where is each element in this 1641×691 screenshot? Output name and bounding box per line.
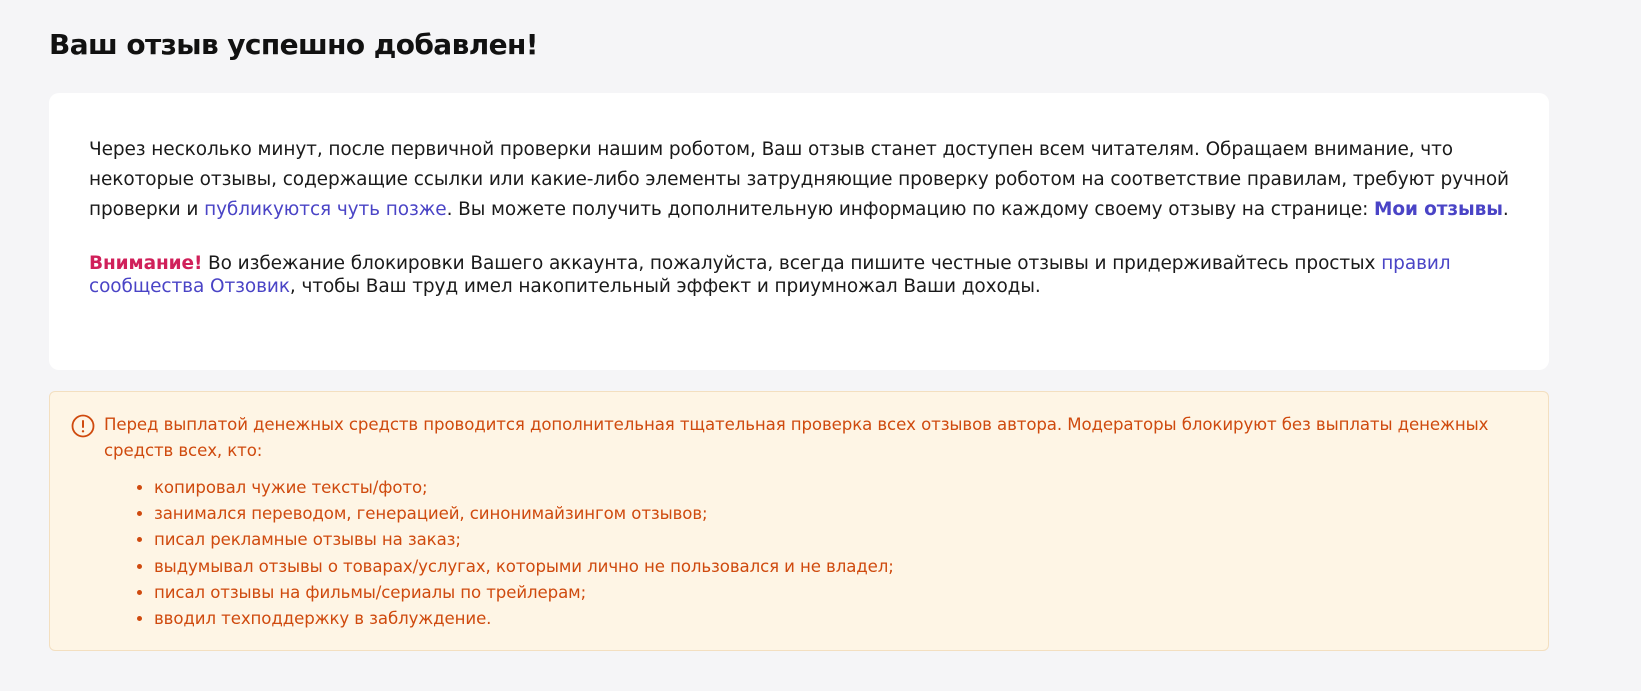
list-item: писал рекламные отзывы на заказ; — [154, 527, 894, 553]
published-later-link[interactable]: публикуются чуть позже — [204, 199, 447, 220]
sentence-end: . — [1502, 199, 1509, 220]
review-added-info-card: Через несколько минут, после первичной п… — [49, 93, 1549, 370]
warning-paragraph: Внимание! Во избежание блокировки Вашего… — [89, 252, 1509, 298]
my-reviews-link[interactable]: Мои отзывы — [1374, 199, 1503, 220]
warning-text: Во избежание блокировки Вашего аккаунта,… — [202, 253, 1382, 274]
warning-label: Внимание! — [89, 253, 203, 274]
payout-check-notice: Перед выплатой денежных средств проводит… — [49, 391, 1549, 651]
list-item: выдумывал отзывы о товарах/услугах, кото… — [154, 554, 894, 580]
list-item: занимался переводом, генерацией, синоним… — [154, 501, 894, 527]
violations-list: копировал чужие тексты/фото; занимался п… — [104, 475, 894, 632]
notice-text: Перед выплатой денежных средств проводит… — [104, 415, 1489, 460]
moderation-info-paragraph: Через несколько минут, после первичной п… — [89, 135, 1509, 225]
list-item: копировал чужие тексты/фото; — [154, 475, 894, 501]
exclamation-circle-icon — [71, 414, 95, 438]
list-item: писал отзывы на фильмы/сериалы по трейле… — [154, 580, 894, 606]
list-item: вводил техподдержку в заблуждение. — [154, 606, 894, 632]
page-title: Ваш отзыв успешно добавлен! — [49, 28, 539, 61]
warning-text-end: , чтобы Ваш труд имел накопительный эффе… — [289, 276, 1041, 297]
more-info-text: . Вы можете получить дополнительную инфо… — [446, 199, 1375, 220]
